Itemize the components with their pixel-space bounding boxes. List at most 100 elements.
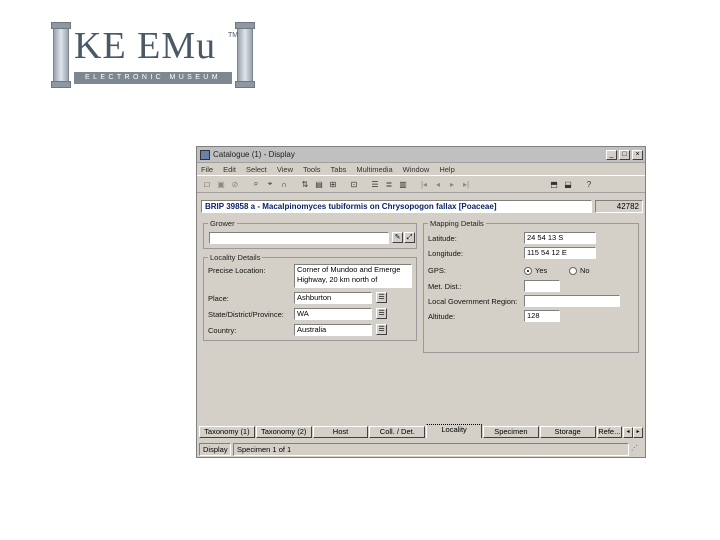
precise-location-field[interactable]: Corner of Mundoo and Emerge Highway, 20 … bbox=[294, 264, 412, 288]
met-dist-label: Met. Dist.: bbox=[428, 282, 462, 291]
status-bar: Display Specimen 1 of 1 ⋰ bbox=[199, 443, 643, 456]
precise-location-line-2: Highway, 20 km north of bbox=[297, 275, 378, 284]
gps-no-radio[interactable] bbox=[569, 267, 577, 275]
gps-yes-radio[interactable] bbox=[524, 267, 532, 275]
menu-view[interactable]: View bbox=[277, 165, 293, 174]
list-view-icon[interactable]: ☰ bbox=[369, 178, 381, 190]
window-title: Catalogue (1) - Display bbox=[213, 150, 295, 159]
bookmark-icon[interactable]: ∩ bbox=[278, 178, 290, 190]
tab-taxonomy-2[interactable]: Taxonomy (2) bbox=[255, 426, 312, 438]
find-icon[interactable]: ⌖ bbox=[264, 178, 276, 190]
grower-edit-icon[interactable]: ✎ bbox=[392, 232, 403, 243]
logo-column-right bbox=[235, 22, 255, 88]
latitude-label: Latitude: bbox=[428, 234, 457, 243]
latitude-field[interactable]: 24 54 13 S bbox=[524, 232, 596, 244]
new-record-icon[interactable]: □ bbox=[201, 178, 213, 190]
tab-specimen[interactable]: Specimen bbox=[482, 426, 539, 438]
state-lookup-icon[interactable]: ☰ bbox=[376, 308, 387, 319]
longitude-field[interactable]: 115 54 12 E bbox=[524, 247, 596, 259]
precise-location-line-1: Corner of Mundoo and Emerge bbox=[297, 265, 401, 274]
tab-scroll-right-icon[interactable]: ▸ bbox=[633, 427, 644, 438]
menu-edit[interactable]: Edit bbox=[223, 165, 236, 174]
search-icon[interactable]: ⌕ bbox=[250, 178, 262, 190]
status-record: Specimen 1 of 1 bbox=[233, 443, 629, 456]
maximize-button[interactable]: □ bbox=[619, 149, 630, 160]
toolbar-separator bbox=[362, 178, 367, 190]
next-record-icon[interactable]: ▸ bbox=[446, 178, 458, 190]
toolbar-separator bbox=[411, 178, 416, 190]
state-field[interactable]: WA bbox=[294, 308, 372, 320]
record-summary-bar: BRIP 39858 a - Macalpinomyces tubiformis… bbox=[201, 200, 643, 213]
menu-select[interactable]: Select bbox=[246, 165, 267, 174]
resize-grip-icon[interactable]: ⋰ bbox=[631, 443, 641, 456]
menu-file[interactable]: File bbox=[201, 165, 213, 174]
lga-field[interactable] bbox=[524, 295, 620, 307]
ke-emu-logo: KE EMu TM ELECTRONIC MUSEUM bbox=[50, 22, 256, 88]
help-icon[interactable]: ? bbox=[583, 178, 595, 190]
toolbar-separator bbox=[341, 178, 346, 190]
export-icon[interactable]: ⬓ bbox=[562, 178, 574, 190]
menu-multimedia[interactable]: Multimedia bbox=[356, 165, 392, 174]
locality-details-group: Locality Details Precise Location: Corne… bbox=[203, 253, 417, 341]
import-icon[interactable]: ⬒ bbox=[548, 178, 560, 190]
country-lookup-icon[interactable]: ☰ bbox=[376, 324, 387, 335]
status-mode: Display bbox=[199, 443, 231, 456]
window-app-icon[interactable] bbox=[200, 149, 210, 160]
grower-lookup-icon[interactable]: ⤢ bbox=[404, 232, 415, 243]
tab-coll-det[interactable]: Coll. / Det. bbox=[369, 426, 426, 438]
tab-taxonomy-1[interactable]: Taxonomy (1) bbox=[199, 426, 255, 438]
place-label: Place: bbox=[208, 294, 229, 303]
country-field[interactable]: Australia bbox=[294, 324, 372, 336]
toolbar-separator bbox=[292, 178, 297, 190]
details-view-icon[interactable]: ≣ bbox=[383, 178, 395, 190]
tab-scroll-left-icon[interactable]: ◂ bbox=[623, 427, 634, 438]
menu-tools[interactable]: Tools bbox=[303, 165, 321, 174]
menu-tabs[interactable]: Tabs bbox=[331, 165, 347, 174]
close-button[interactable]: × bbox=[632, 149, 643, 160]
gps-no-label: No bbox=[580, 266, 590, 275]
altitude-label: Altitude: bbox=[428, 312, 456, 321]
menu-window[interactable]: Window bbox=[403, 165, 430, 174]
last-record-icon[interactable]: ▸| bbox=[460, 178, 472, 190]
toolbar-separator bbox=[243, 178, 248, 190]
first-record-icon[interactable]: |◂ bbox=[418, 178, 430, 190]
record-title: BRIP 39858 a - Macalpinomyces tubiformis… bbox=[201, 200, 592, 213]
tab-host[interactable]: Host bbox=[312, 426, 369, 438]
grower-legend: Grower bbox=[208, 219, 237, 228]
place-lookup-icon[interactable]: ☰ bbox=[376, 292, 387, 303]
grower-field[interactable] bbox=[209, 232, 389, 244]
met-dist-field[interactable] bbox=[524, 280, 560, 292]
gps-yes-label: Yes bbox=[535, 266, 548, 275]
logo-column-left bbox=[51, 22, 71, 88]
logo-trademark: TM bbox=[228, 32, 239, 39]
sort-icon[interactable]: ⇅ bbox=[299, 178, 311, 190]
altitude-field[interactable]: 128 bbox=[524, 310, 560, 322]
attach-icon[interactable]: ⊞ bbox=[327, 178, 339, 190]
previous-record-icon[interactable]: ◂ bbox=[432, 178, 444, 190]
tab-locality[interactable]: Locality bbox=[426, 424, 482, 438]
place-field[interactable]: Ashburton bbox=[294, 292, 372, 304]
catalogue-window: Catalogue (1) - Display _ □ × File Edit … bbox=[196, 146, 646, 458]
record-number: 42782 bbox=[595, 200, 643, 213]
save-icon[interactable]: ▣ bbox=[215, 178, 227, 190]
tab-storage[interactable]: Storage bbox=[539, 426, 596, 438]
toolbar-separator bbox=[576, 178, 581, 190]
locality-legend: Locality Details bbox=[208, 253, 263, 262]
menu-bar: File Edit Select View Tools Tabs Multime… bbox=[197, 163, 645, 175]
report-icon[interactable]: ▤ bbox=[313, 178, 325, 190]
tab-references[interactable]: Refe... bbox=[596, 426, 623, 438]
window-titlebar[interactable]: Catalogue (1) - Display _ □ × bbox=[197, 147, 645, 163]
minimize-button[interactable]: _ bbox=[606, 149, 617, 160]
menu-help[interactable]: Help bbox=[439, 165, 454, 174]
longitude-label: Longitude: bbox=[428, 249, 464, 258]
lock-icon[interactable]: ⊡ bbox=[348, 178, 360, 190]
lga-label: Local Government Region: bbox=[428, 297, 518, 306]
page-view-icon[interactable]: ▥ bbox=[397, 178, 409, 190]
mapping-details-group: Mapping Details Latitude: 24 54 13 S Lon… bbox=[423, 219, 639, 353]
delete-icon[interactable]: ⊘ bbox=[229, 178, 241, 190]
toolbar: □ ▣ ⊘ ⌕ ⌖ ∩ ⇅ ▤ ⊞ ⊡ ☰ ≣ ▥ |◂ ◂ ▸ ▸| ⬒ ⬓ … bbox=[197, 175, 645, 193]
tab-scroll-arrows: ◂ ▸ bbox=[623, 427, 644, 438]
state-label: State/District/Province: bbox=[208, 310, 284, 319]
logo-brand-text: KE EMu bbox=[74, 25, 217, 67]
